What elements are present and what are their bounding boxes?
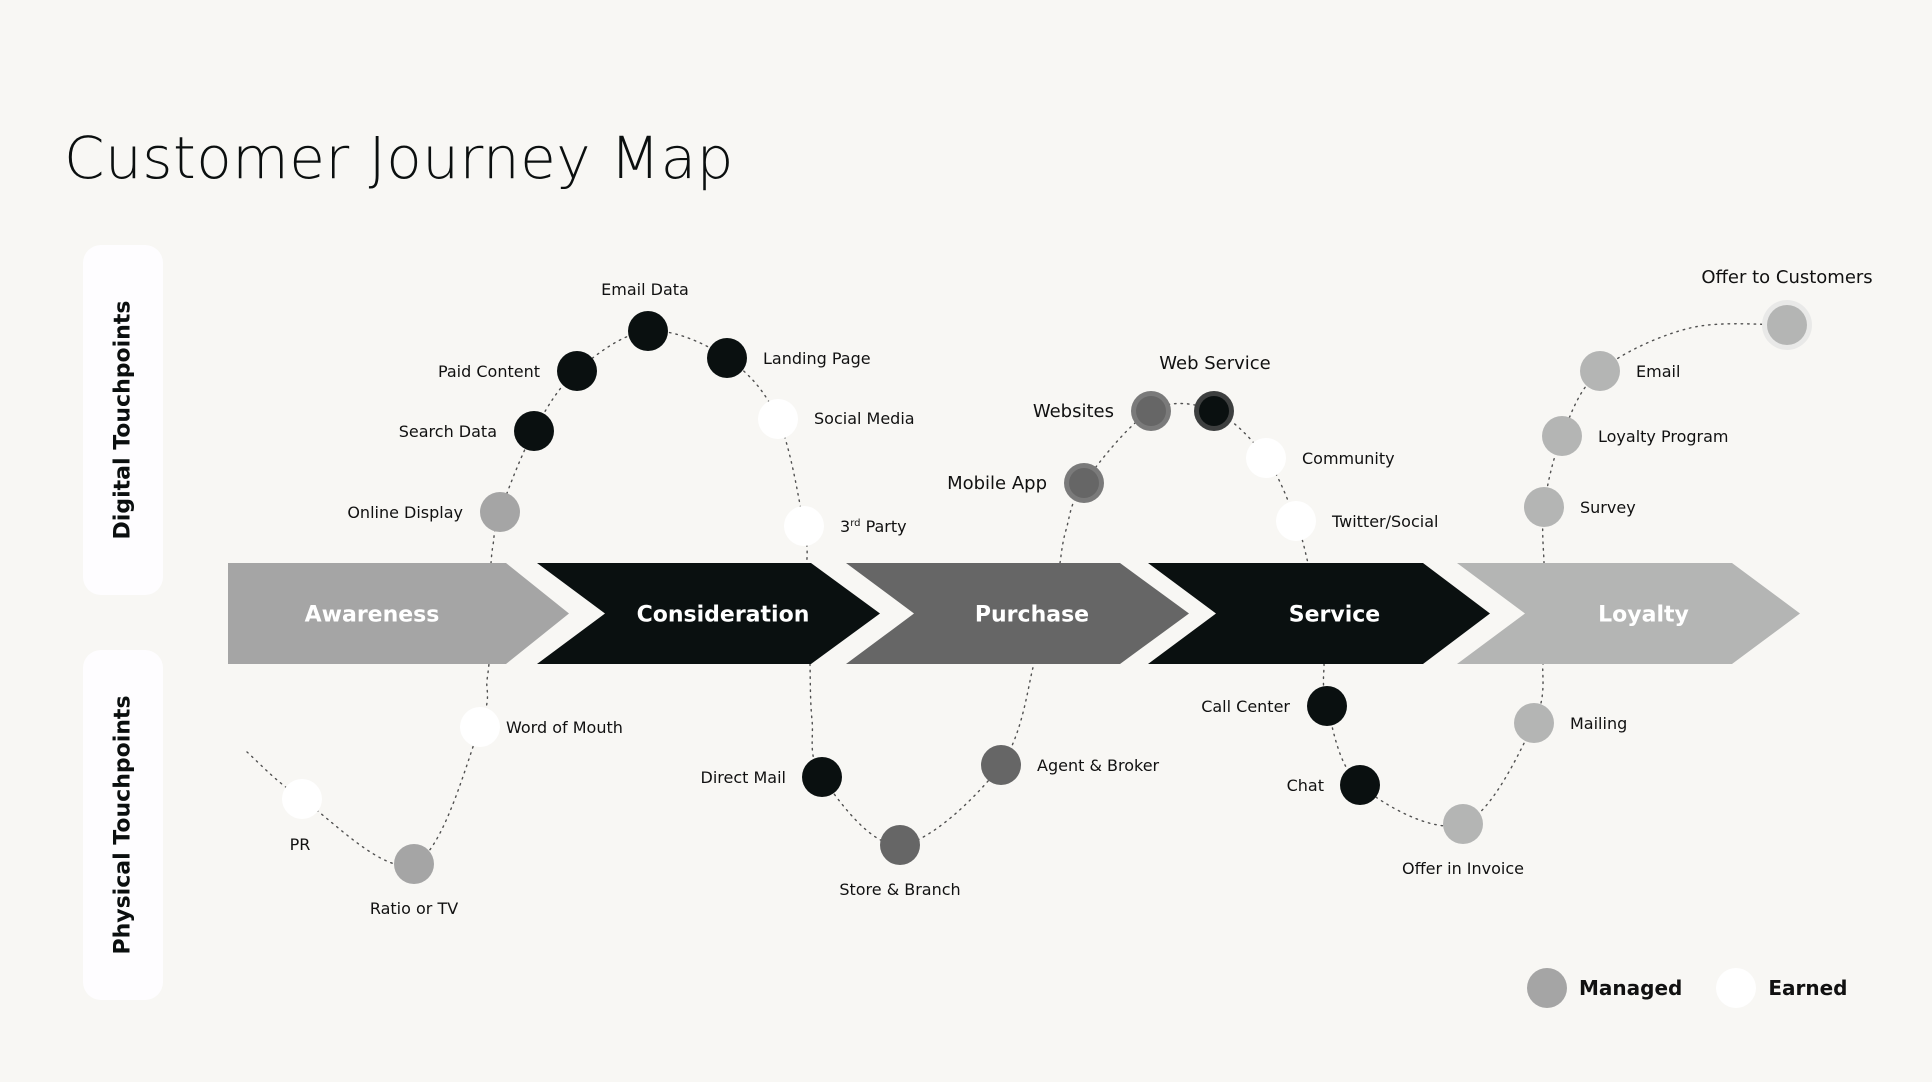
node-dot-icon [460, 707, 500, 747]
touchpoint-label: Mailing [1570, 714, 1627, 733]
stage-awareness: Awareness [228, 563, 569, 664]
legend-item-managed: Managed [1527, 968, 1682, 1008]
touchpoint-chat[interactable]: Chat [1287, 765, 1380, 805]
stage-label: Loyalty [1598, 603, 1689, 628]
node-dot-icon [1307, 686, 1347, 726]
touchpoint-web-service[interactable]: Web Service [1159, 353, 1271, 431]
legend: Managed Earned [1527, 968, 1881, 1008]
legend-label-managed: Managed [1579, 976, 1683, 1000]
touchpoint-offer-to-customers[interactable]: Offer to Customers [1701, 267, 1873, 350]
touchpoint-label: Ratio or TV [370, 899, 458, 918]
stage-label: Awareness [305, 603, 440, 628]
node-dot-icon [1542, 416, 1582, 456]
touchpoint-3rd-party[interactable]: 3rd Party [784, 506, 907, 546]
node-dot-icon [1069, 468, 1099, 498]
touchpoint-paid-content[interactable]: Paid Content [438, 351, 597, 391]
touchpoint-label: Offer to Customers [1701, 267, 1872, 288]
node-dot-icon [707, 338, 747, 378]
touchpoint-label: Social Media [814, 409, 915, 428]
touchpoint-twitter-social[interactable]: Twitter/Social [1276, 501, 1438, 541]
touchpoint-label: Landing Page [763, 349, 871, 368]
touchpoint-label: 3rd Party [840, 517, 907, 536]
touchpoint-store-and-branch[interactable]: Store & Branch [839, 825, 961, 899]
touchpoint-label: Search Data [399, 422, 497, 441]
legend-item-earned: Earned [1716, 968, 1847, 1008]
node-dot-icon [557, 351, 597, 391]
node-dot-icon [1443, 804, 1483, 844]
touchpoint-label: Paid Content [438, 362, 540, 381]
touchpoint-label: Email Data [601, 280, 689, 299]
stage-arrows: Awareness Consideration Purchase Service Loy… [228, 563, 1800, 664]
touchpoint-email[interactable]: Email [1580, 351, 1680, 391]
node-dot-icon [514, 411, 554, 451]
touchpoint-label: Web Service [1159, 353, 1271, 374]
earned-swatch-icon [1716, 968, 1757, 1008]
node-dot-icon [880, 825, 920, 865]
touchpoint-label: Websites [1033, 401, 1114, 422]
touchpoint-label: Mobile App [947, 473, 1047, 494]
touchpoint-label: Online Display [347, 503, 463, 522]
node-dot-icon [784, 506, 824, 546]
touchpoint-label: Loyalty Program [1598, 427, 1728, 446]
touchpoint-community[interactable]: Community [1246, 438, 1395, 478]
node-dot-icon [758, 399, 798, 439]
touchpoint-survey[interactable]: Survey [1524, 487, 1636, 527]
node-dot-icon [1524, 487, 1564, 527]
touchpoint-mobile-app[interactable]: Mobile App [947, 463, 1104, 503]
touchpoint-social-media[interactable]: Social Media [758, 399, 915, 439]
stage-loyalty: Loyalty [1457, 563, 1800, 664]
touchpoint-pr[interactable]: PR [282, 779, 322, 854]
touchpoint-direct-mail[interactable]: Direct Mail [701, 757, 843, 797]
node-dot-icon [1136, 396, 1166, 426]
stage-label: Purchase [975, 603, 1089, 628]
touchpoint-mailing[interactable]: Mailing [1514, 703, 1627, 743]
stage-label: Service [1289, 603, 1380, 628]
journey-map-diagram: Awareness Consideration Purchase Service Loy… [228, 267, 1873, 918]
node-dot-icon [628, 311, 668, 351]
node-dot-icon [1580, 351, 1620, 391]
stage-service: Service [1148, 563, 1490, 664]
touchpoint-label: PR [290, 835, 311, 854]
touchpoint-label: Store & Branch [839, 880, 960, 899]
stage-consideration: Consideration [537, 563, 880, 664]
touchpoint-loyalty-program[interactable]: Loyalty Program [1542, 416, 1728, 456]
touchpoint-label: Offer in Invoice [1402, 859, 1524, 878]
node-dot-icon [1199, 396, 1229, 426]
legend-label-earned: Earned [1768, 976, 1848, 1000]
touchpoint-label: Chat [1287, 776, 1324, 795]
touchpoint-ratio-or-tv[interactable]: Ratio or TV [370, 844, 458, 918]
touchpoint-online-display[interactable]: Online Display [347, 492, 520, 532]
node-dot-icon [480, 492, 520, 532]
node-dot-icon [1276, 501, 1316, 541]
touchpoint-search-data[interactable]: Search Data [399, 411, 554, 451]
touchpoint-call-center[interactable]: Call Center [1201, 686, 1347, 726]
node-dot-icon [282, 779, 322, 819]
managed-swatch-icon [1527, 968, 1567, 1008]
touchpoint-label: Community [1302, 449, 1395, 468]
node-dot-icon [981, 745, 1021, 785]
node-dot-icon [394, 844, 434, 884]
touchpoint-offer-in-invoice[interactable]: Offer in Invoice [1402, 804, 1524, 878]
touchpoint-label: Email [1636, 362, 1680, 381]
touchpoint-landing-page[interactable]: Landing Page [707, 338, 871, 378]
touchpoint-label: Direct Mail [701, 768, 787, 787]
touchpoint-label: Agent & Broker [1037, 756, 1160, 775]
node-dot-icon [1514, 703, 1554, 743]
stage-label: Consideration [637, 603, 810, 628]
touchpoint-websites[interactable]: Websites [1033, 391, 1171, 431]
touchpoint-email-data[interactable]: Email Data [601, 280, 689, 351]
touchpoint-word-of-mouth[interactable]: Word of Mouth [460, 707, 623, 747]
stage-purchase: Purchase [846, 563, 1189, 664]
touchpoint-label: Call Center [1201, 697, 1290, 716]
touchpoint-agent-and-broker[interactable]: Agent & Broker [981, 745, 1160, 785]
node-dot-icon [1246, 438, 1286, 478]
touchpoint-label: Twitter/Social [1331, 512, 1438, 531]
node-dot-icon [1767, 305, 1807, 345]
node-dot-icon [1340, 765, 1380, 805]
touchpoint-label: Word of Mouth [506, 718, 623, 737]
touchpoint-label: Survey [1580, 498, 1636, 517]
connector-path [246, 663, 490, 867]
node-dot-icon [802, 757, 842, 797]
